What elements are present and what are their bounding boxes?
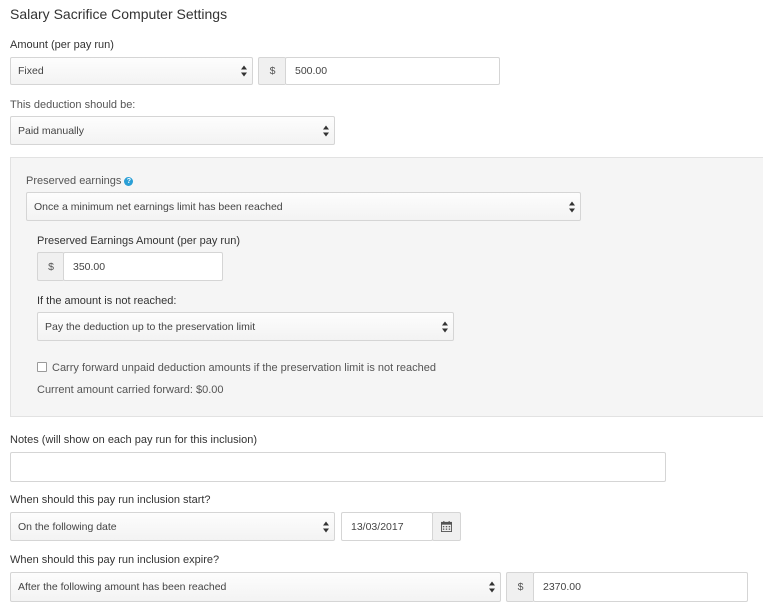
preserved-earnings-label: Preserved earnings? bbox=[26, 175, 134, 187]
preserved-currency-addon: $ bbox=[37, 252, 64, 281]
calendar-icon bbox=[441, 521, 452, 532]
start-label: When should this pay run inclusion start… bbox=[10, 494, 211, 506]
select-arrows-icon bbox=[442, 321, 448, 332]
select-arrows-icon bbox=[241, 65, 247, 77]
select-arrows-icon bbox=[489, 581, 495, 593]
carry-forward-label[interactable]: Carry forward unpaid deduction amounts i… bbox=[52, 362, 436, 374]
expire-currency-addon: $ bbox=[506, 572, 534, 602]
preserved-amount-input[interactable]: 350.00 bbox=[63, 252, 223, 281]
question-circle-icon[interactable]: ? bbox=[124, 177, 134, 186]
carry-forward-checkbox[interactable] bbox=[37, 362, 47, 372]
select-arrows-icon bbox=[323, 125, 329, 136]
amount-input[interactable]: 500.00 bbox=[285, 57, 500, 85]
preserved-earnings-select[interactable]: Once a minimum net earnings limit has be… bbox=[26, 192, 581, 221]
amount-type-value: Fixed bbox=[18, 65, 44, 77]
start-date-input[interactable]: 13/03/2017 bbox=[341, 512, 433, 541]
preserved-amount-label: Preserved Earnings Amount (per pay run) bbox=[37, 235, 240, 247]
current-carried-forward: Current amount carried forward: $0.00 bbox=[37, 384, 224, 396]
amount-currency-addon: $ bbox=[258, 57, 286, 85]
deduction-select[interactable]: Paid manually bbox=[10, 116, 335, 145]
page-title: Salary Sacrifice Computer Settings bbox=[10, 6, 228, 22]
expire-amount-input[interactable]: 2370.00 bbox=[533, 572, 748, 602]
select-arrows-icon bbox=[569, 201, 575, 212]
calendar-button[interactable] bbox=[432, 512, 461, 541]
not-reached-label: If the amount is not reached: bbox=[37, 295, 177, 307]
amount-label: Amount (per pay run) bbox=[10, 39, 114, 51]
notes-label: Notes (will show on each pay run for thi… bbox=[10, 434, 258, 446]
expire-label: When should this pay run inclusion expir… bbox=[10, 554, 220, 566]
notes-input[interactable] bbox=[10, 452, 666, 482]
deduction-label: This deduction should be: bbox=[10, 99, 136, 111]
expire-select[interactable]: After the following amount has been reac… bbox=[10, 572, 501, 602]
not-reached-select[interactable]: Pay the deduction up to the preservation… bbox=[37, 312, 454, 341]
select-arrows-icon bbox=[323, 521, 329, 532]
amount-type-select[interactable]: Fixed bbox=[10, 57, 253, 85]
start-select[interactable]: On the following date bbox=[10, 512, 335, 541]
